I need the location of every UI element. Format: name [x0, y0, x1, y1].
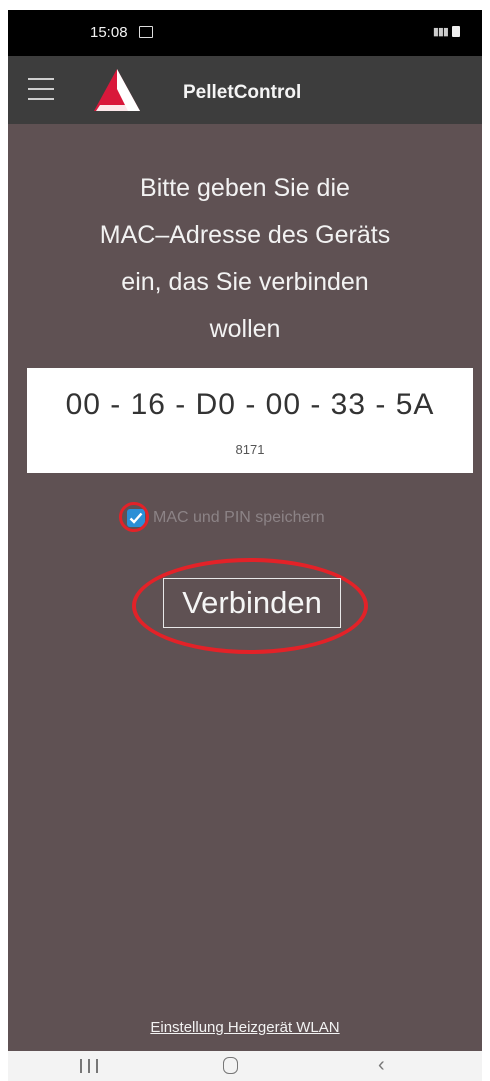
save-mac-pin-row[interactable]: MAC und PIN speichern: [119, 502, 325, 532]
phone-screen: 15:08 ▮▮▮ PelletControl Bitte geben Sie …: [8, 10, 482, 1081]
signal-icon: ▮▮▮: [432, 26, 449, 38]
mac-address-field[interactable]: 00 - 16 - D0 - 00 - 33 - 5A 8171: [27, 368, 473, 473]
back-icon[interactable]: ‹: [378, 1053, 385, 1077]
prompt-line: ein, das Sie verbinden: [121, 268, 369, 296]
nav-bar: ‹: [8, 1051, 482, 1081]
status-time: 15:08: [90, 24, 128, 41]
annotation-circle: [119, 502, 149, 532]
pelletcontrol-logo-icon: [94, 69, 140, 111]
status-icons: ▮▮▮: [433, 25, 460, 38]
prompt-line: wollen: [209, 315, 281, 343]
heater-wlan-settings-link[interactable]: Einstellung Heizgerät WLAN: [8, 1019, 482, 1036]
prompt-line: Bitte geben Sie die: [140, 174, 350, 202]
mac-address-value[interactable]: 00 - 16 - D0 - 00 - 33 - 5A: [27, 388, 473, 422]
battery-icon: [452, 26, 460, 37]
recents-icon[interactable]: [80, 1059, 98, 1073]
home-icon[interactable]: [223, 1057, 238, 1074]
app-bar: PelletControl: [8, 56, 482, 124]
save-checkbox[interactable]: [119, 502, 149, 532]
image-notification-icon: [139, 26, 153, 38]
mac-prompt-text: Bitte geben Sie die MAC–Adresse des Gerä…: [38, 165, 452, 353]
save-label: MAC und PIN speichern: [153, 509, 325, 526]
hamburger-menu-icon[interactable]: [28, 78, 54, 100]
pin-value[interactable]: 8171: [27, 442, 473, 457]
connect-button[interactable]: Verbinden: [163, 578, 341, 628]
app-title: PelletControl: [183, 82, 302, 103]
prompt-line: MAC–Adresse des Geräts: [99, 221, 391, 249]
status-bar: 15:08 ▮▮▮: [8, 10, 482, 56]
